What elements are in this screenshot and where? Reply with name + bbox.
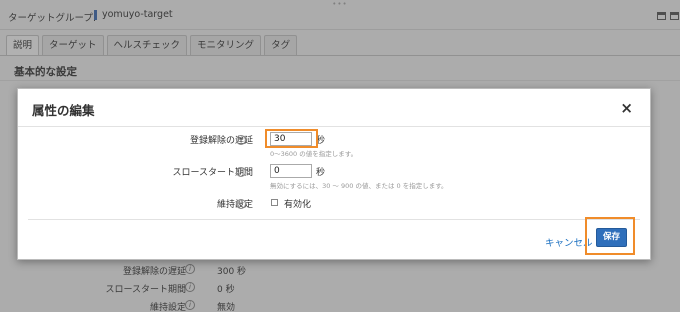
close-icon[interactable]: × xyxy=(620,101,633,116)
dialog-divider-bottom xyxy=(28,219,640,220)
dialog-title: 属性の編集 xyxy=(32,103,95,118)
stickiness-label: 維持設定 xyxy=(216,200,253,210)
info-icon[interactable]: i xyxy=(236,167,246,177)
dialog-divider-top xyxy=(18,126,650,127)
deregistration-delay-hint: 0～3600 の値を指定します。 xyxy=(270,150,358,158)
slow-start-hint: 無効にするには、30 ～ 900 の値、または 0 を指定します。 xyxy=(270,182,448,190)
input-highlight-box xyxy=(265,129,318,148)
info-icon[interactable]: i xyxy=(236,135,246,145)
info-icon[interactable]: i xyxy=(236,199,246,209)
save-highlight-box xyxy=(585,217,635,255)
stickiness-checkbox-label[interactable]: 有効化 xyxy=(284,197,311,210)
edit-attributes-dialog: 属性の編集 × 登録解除の遅延 i 秒 0～3600 の値を指定します。 スロー… xyxy=(17,88,651,260)
stickiness-checkbox[interactable] xyxy=(271,199,278,206)
slow-start-input[interactable] xyxy=(270,164,312,178)
slow-start-unit: 秒 xyxy=(316,168,326,178)
